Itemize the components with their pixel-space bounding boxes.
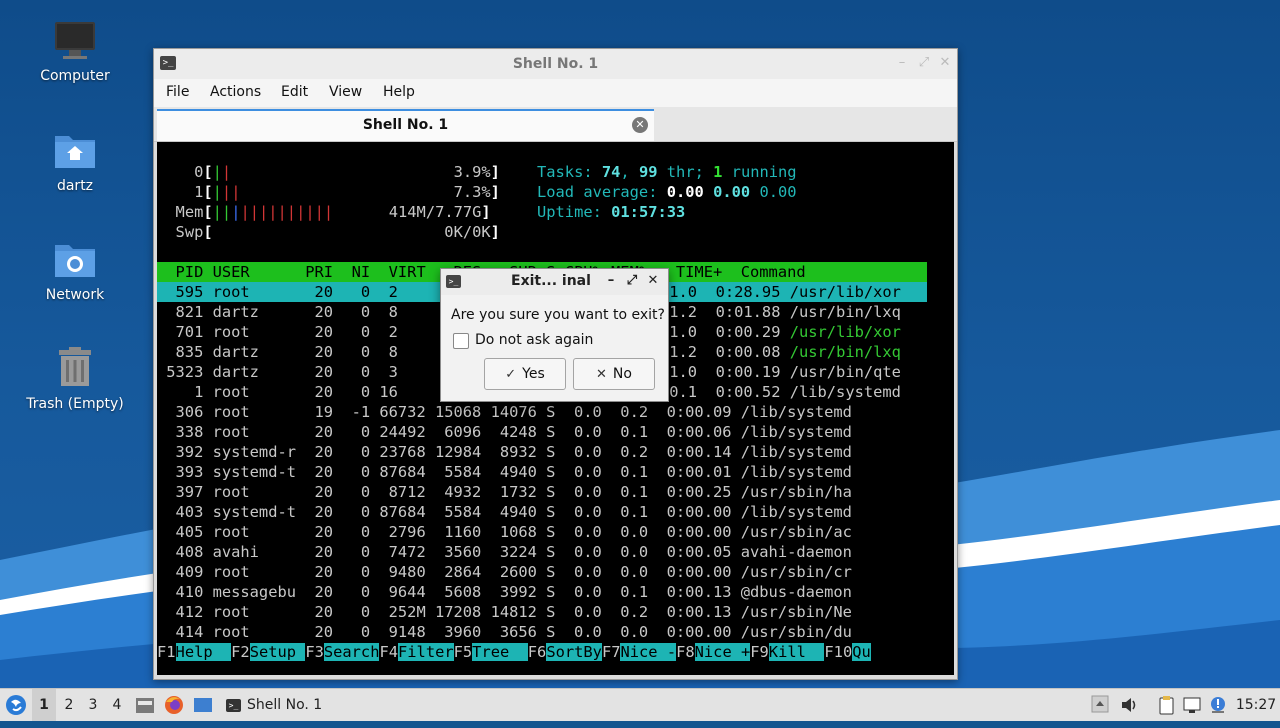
network-folder-icon (53, 237, 97, 281)
desktop-icon-computer[interactable]: Computer (20, 18, 130, 84)
window-titlebar[interactable]: >_ Shell No. 1 – ⤢ ✕ (154, 49, 957, 79)
desktop-icon-label: Network (45, 287, 105, 303)
volume-icon[interactable] (1119, 695, 1139, 715)
dialog-message: Are you sure you want to exit? (451, 307, 665, 323)
check-icon: ✓ (505, 367, 517, 382)
yes-button[interactable]: ✓ Yes (484, 358, 566, 390)
menu-file[interactable]: File (166, 84, 189, 100)
tab-bar: Shell No. 1 ✕ (154, 107, 957, 142)
do-not-ask-checkbox[interactable] (453, 333, 469, 349)
clock[interactable]: 15:27 (1234, 689, 1278, 721)
table-row[interactable]: 701 root 20 0 2 1.0 0:00.29 /usr/lib/xor (157, 322, 901, 342)
desktop-icon-network[interactable]: Network (20, 237, 130, 303)
uptime: Uptime: 01:57:33 (537, 203, 686, 221)
fkey-setup[interactable]: Setup (249, 643, 306, 661)
close-icon[interactable]: ✕ (645, 273, 661, 289)
fkey-tree[interactable]: Tree (472, 643, 528, 661)
menu-view[interactable]: View (329, 84, 362, 100)
app-menu-button[interactable] (4, 689, 28, 721)
menu-help[interactable]: Help (383, 84, 415, 100)
home-folder-icon (53, 128, 97, 172)
checkbox-label[interactable]: Do not ask again (475, 332, 593, 348)
terminal-icon: >_ (446, 275, 461, 288)
fkey-nice-plus[interactable]: Nice + (694, 643, 751, 661)
terminal-screen[interactable]: 0[|| 3.9%] 1[||| 7.3%] Mem[|||||||||||||… (157, 142, 954, 675)
table-row[interactable]: 393 systemd-t 20 0 87684 5584 4940 S 0.0… (157, 462, 852, 482)
workspace-1[interactable]: 1 (32, 689, 56, 721)
table-row[interactable]: 397 root 20 0 8712 4932 1732 S 0.0 0.1 0… (157, 482, 852, 502)
table-row[interactable]: 409 root 20 0 9480 2864 2600 S 0.0 0.0 0… (157, 562, 852, 582)
mem-meter: Mem[||||||||||||| 414M/7.77G] (175, 203, 491, 221)
table-row[interactable]: 1 root 20 0 16 0.1 0:00.52 /lib/systemd (157, 382, 901, 402)
desktop-icon-home[interactable]: dartz (20, 128, 130, 194)
x-icon: ✕ (596, 367, 607, 382)
firefox-icon (165, 696, 183, 714)
tab-close-icon[interactable]: ✕ (632, 117, 648, 133)
computer-icon (53, 18, 97, 62)
minimize-icon[interactable]: – (603, 273, 619, 289)
desktop-icon-label: dartz (56, 178, 94, 194)
tab-label: Shell No. 1 (362, 117, 449, 133)
maximize-icon[interactable]: ⤢ (624, 273, 640, 289)
show-desktop-button[interactable] (192, 689, 214, 721)
table-row[interactable]: 405 root 20 0 2796 1160 1068 S 0.0 0.0 0… (157, 522, 852, 542)
fkey-sortby[interactable]: SortBy (546, 643, 602, 661)
fkey-help[interactable]: Help (175, 643, 232, 661)
table-row[interactable]: 412 root 20 0 252M 17208 14812 S 0.0 0.2… (157, 602, 852, 622)
table-row[interactable]: 821 dartz 20 0 8 1.2 0:01.88 /usr/bin/lx… (157, 302, 901, 322)
table-row[interactable]: 392 systemd-r 20 0 23768 12984 8932 S 0.… (157, 442, 852, 462)
clipboard-icon[interactable] (1156, 695, 1176, 715)
maximize-icon[interactable]: ⤢ (916, 55, 932, 71)
workspace-2[interactable]: 2 (57, 689, 81, 721)
file-manager-icon (136, 698, 154, 713)
fkey-nice-minus[interactable]: Nice - (620, 643, 677, 661)
desktop-icon-label: Computer (40, 68, 110, 84)
table-row[interactable]: 403 systemd-t 20 0 87684 5584 4940 S 0.0… (157, 502, 852, 522)
table-row[interactable]: 5323 dartz 20 0 3 1.0 0:00.19 /usr/bin/q… (157, 362, 901, 382)
fkey-quit[interactable]: Qu (852, 643, 871, 661)
update-notification-icon[interactable] (1208, 695, 1228, 715)
workspace-4[interactable]: 4 (105, 689, 129, 721)
table-row[interactable]: 306 root 19 -1 66732 15068 14076 S 0.0 0… (157, 402, 852, 422)
close-icon[interactable]: ✕ (937, 55, 953, 71)
terminal-icon: >_ (226, 698, 241, 712)
file-manager-launcher[interactable] (134, 689, 156, 721)
menu-bar: File Actions Edit View Help (154, 79, 957, 107)
tab-shell-1[interactable]: Shell No. 1 ✕ (157, 109, 654, 141)
desktop-icon (194, 698, 212, 712)
fkey-filter[interactable]: Filter (398, 643, 454, 661)
firefox-launcher[interactable] (163, 689, 185, 721)
desktop-icon-label: Trash (Empty) (26, 396, 124, 412)
load-average: Load average: 0.00 0.00 0.00 (537, 183, 797, 201)
taskbar-task-shell[interactable]: >_ Shell No. 1 (222, 689, 326, 721)
swap-meter: Swp[ 0K/0K] (175, 223, 500, 241)
cpu1-meter: 1[||| 7.3%] (194, 183, 500, 201)
desktop-icon-trash[interactable]: Trash (Empty) (20, 346, 130, 412)
table-row[interactable]: 338 root 20 0 24492 6096 4248 S 0.0 0.1 … (157, 422, 852, 442)
exit-dialog: >_ Exit... inal – ⤢ ✕ Are you sure you w… (440, 268, 669, 402)
no-button[interactable]: ✕ No (573, 358, 655, 390)
table-row[interactable]: 410 messagebu 20 0 9644 5608 3992 S 0.0 … (157, 582, 852, 602)
menu-actions[interactable]: Actions (210, 84, 261, 100)
menu-edit[interactable]: Edit (281, 84, 308, 100)
dialog-title: Exit... inal (511, 273, 591, 289)
dialog-titlebar[interactable]: >_ Exit... inal – ⤢ ✕ (441, 269, 668, 295)
trash-icon (53, 346, 97, 390)
network-status-icon[interactable] (1182, 695, 1202, 715)
tray-expand-icon[interactable] (1091, 695, 1111, 715)
taskbar: 1 2 3 4 >_ Shell No. 1 15:27 (0, 688, 1280, 721)
lxqt-logo-icon (6, 695, 26, 715)
tasks-summary: Tasks: 74, 99 thr; 1 running (537, 163, 797, 181)
cpu0-meter: 0[|| 3.9%] (194, 163, 500, 181)
minimize-icon[interactable]: – (894, 55, 910, 71)
function-key-bar: F1Help F2Setup F3SearchF4FilterF5Tree F6… (157, 643, 871, 661)
fkey-search[interactable]: Search (323, 643, 380, 661)
workspace-3[interactable]: 3 (81, 689, 105, 721)
table-row[interactable]: 408 avahi 20 0 7472 3560 3224 S 0.0 0.0 … (157, 542, 852, 562)
window-title: Shell No. 1 (512, 56, 599, 72)
fkey-kill[interactable]: Kill (768, 643, 825, 661)
table-row[interactable]: 414 root 20 0 9148 3960 3656 S 0.0 0.0 0… (157, 622, 852, 642)
table-row[interactable]: 835 dartz 20 0 8 1.2 0:00.08 /usr/bin/lx… (157, 342, 901, 362)
